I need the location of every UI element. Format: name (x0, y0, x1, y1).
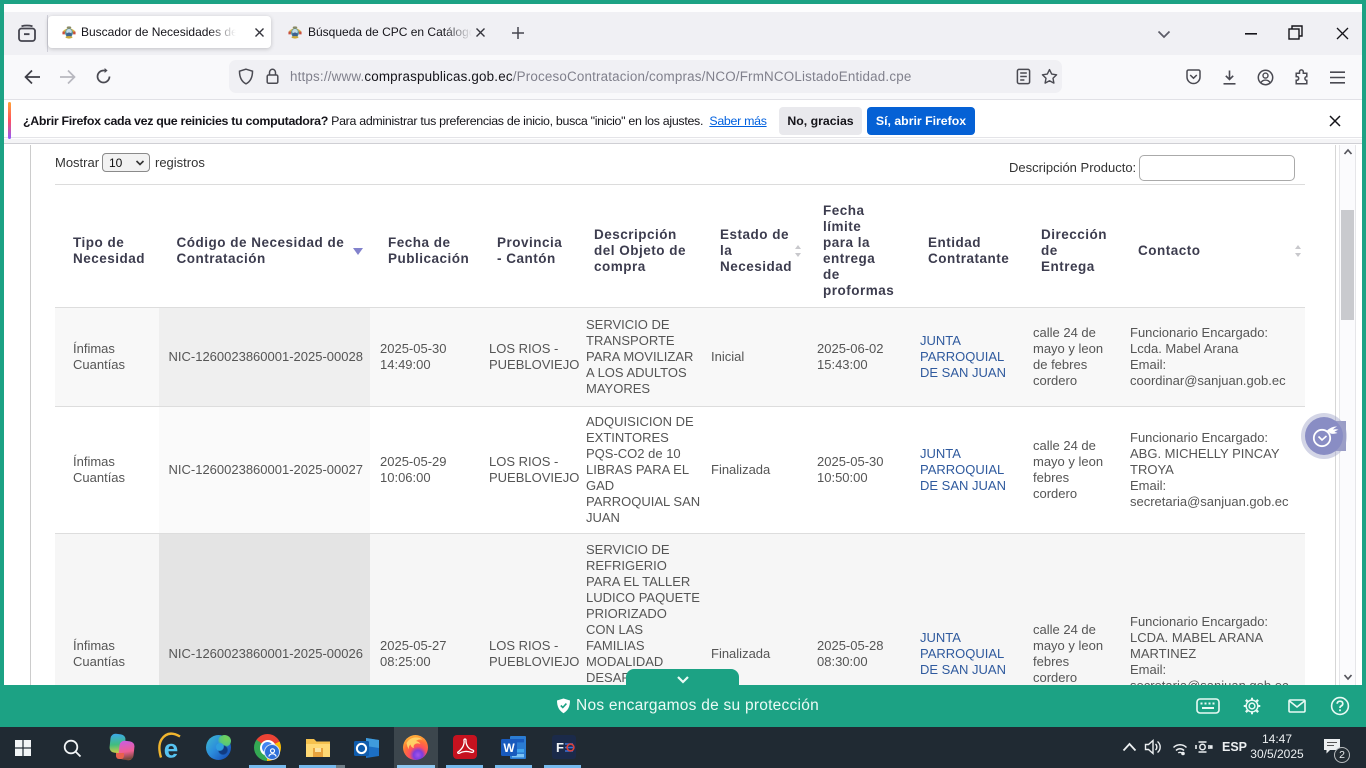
svg-text:W: W (503, 741, 515, 755)
svg-text:F: F (556, 740, 564, 755)
svg-text:e: e (164, 734, 178, 764)
